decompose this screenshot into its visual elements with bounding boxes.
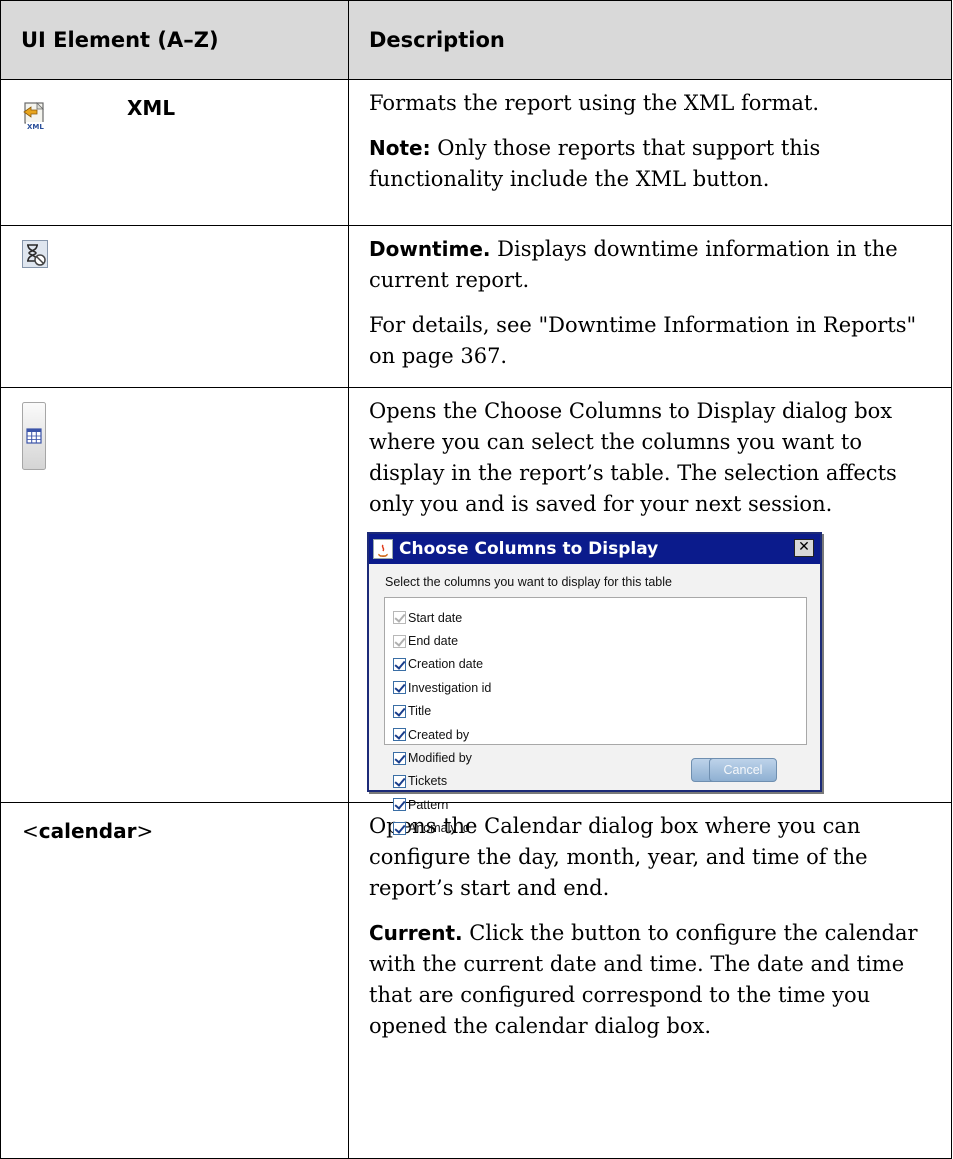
column-option[interactable]: Anomaly id [385,817,806,840]
checkbox[interactable] [393,774,406,788]
header-description: Description [348,0,952,80]
description-cell: Formats the report using the XML format.… [348,79,952,226]
column-option-label: Modified by [408,751,472,766]
ui-element-cell: <calendar> [0,802,349,1159]
calendar-label-lt: < [22,819,39,843]
checkbox [393,611,406,625]
table-row-choose-columns: Opens the Choose Columns to Display dial… [0,387,952,835]
note-label: Note: [369,136,431,160]
column-option-label: Created by [408,727,470,742]
column-option[interactable]: Investigation id [385,676,806,699]
close-icon[interactable]: ✕ [794,539,814,557]
column-option-label: Investigation id [408,680,492,695]
cancel-button[interactable]: Cancel [709,758,777,782]
checkbox[interactable] [393,704,406,718]
dialog-title-bar: Choose Columns to Display ✕ [369,534,820,564]
header-ui-element: UI Element (A–Z) [0,0,349,80]
current-label: Current. [369,921,463,945]
checkbox[interactable] [393,681,406,695]
description-current: Current. Click the button to configure t… [369,918,937,1042]
table-row-calendar: <calendar> Opens the Calendar dialog box… [0,802,952,1159]
dialog-instruction: Select the columns you want to display f… [385,575,672,589]
description-reference: For details, see "Downtime Information i… [369,313,917,368]
column-option-label: Start date [408,610,463,625]
ui-elements-table: UI Element (A–Z) Description XML XML For… [0,0,952,1159]
xml-export-icon: XML [23,102,46,131]
calendar-label: <calendar> [22,819,153,843]
xml-label: XML [127,96,176,120]
checkbox[interactable] [393,821,406,835]
ui-element-cell [0,225,349,388]
column-option[interactable]: Created by [385,723,806,746]
table-row-downtime: Downtime. Displays downtime information … [0,225,952,388]
calendar-label-gt: > [136,819,154,843]
description-cell: Opens the Calendar dialog box where you … [348,802,952,1159]
downtime-label: Downtime. [369,237,491,261]
checkbox[interactable] [393,657,406,671]
description-text: Downtime. Displays downtime information … [369,234,937,296]
description-cell: Opens the Choose Columns to Display dial… [348,387,952,835]
calendar-label-text: calendar [38,819,137,843]
dialog-title: Choose Columns to Display [399,539,659,559]
description-text: Formats the report using the XML format. [369,91,820,115]
column-option-label: Pattern [408,797,449,812]
column-option-label: Creation date [408,657,484,672]
column-option[interactable]: Pattern [385,793,806,816]
column-option-label: End date [408,634,459,649]
column-option[interactable]: Start date [385,606,806,629]
note-text: Only those reports that support this fun… [369,136,821,191]
column-option-label: Title [408,704,432,719]
columns-list: Start date End date Creation date Investiga… [384,597,807,835]
downtime-icon [22,240,48,268]
checkbox [393,634,406,648]
description-cell: Downtime. Displays downtime information … [348,225,952,388]
description-note: Note: Only those reports that support th… [369,133,937,195]
column-option-label: Anomaly id [408,821,470,836]
java-icon [373,539,393,559]
column-option-label: Tickets [408,774,448,789]
description-text: Opens the Choose Columns to Display dial… [369,399,897,516]
table-row-xml: XML XML Formats the report using the XML… [0,79,952,226]
checkbox[interactable] [393,798,406,812]
column-option[interactable]: Title [385,700,806,723]
table-header-row: UI Element (A–Z) Description [0,0,952,80]
ui-element-cell: XML XML [0,79,349,226]
ui-element-cell [0,387,349,803]
svg-text:XML: XML [27,123,44,131]
choose-columns-icon [22,402,46,470]
checkbox[interactable] [393,751,406,765]
choose-columns-dialog: Choose Columns to Display ✕ Select the c… [367,532,822,835]
column-option[interactable]: Creation date [385,653,806,676]
column-option[interactable]: End date [385,629,806,652]
checkbox[interactable] [393,728,406,742]
